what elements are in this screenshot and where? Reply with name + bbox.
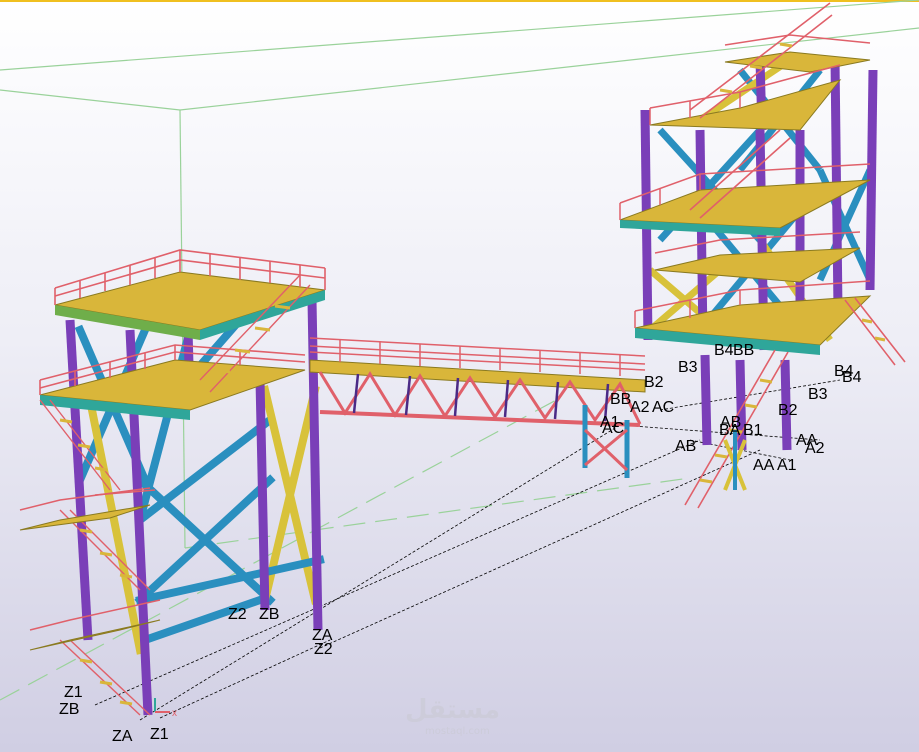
grid-label: B2 [778, 402, 798, 419]
grid-label: AA [753, 457, 775, 474]
grid-label: B4 [842, 369, 862, 386]
grid-label: AB [675, 438, 696, 455]
grid-label: AC [602, 420, 624, 437]
grid-label: ZB [259, 606, 279, 623]
grid-label: BB [610, 391, 631, 408]
grid-label: Z2 [314, 641, 333, 658]
grid-label: B2 [644, 374, 664, 391]
grid-label: Z2 [228, 606, 247, 623]
grid-label: Z1 [150, 726, 169, 743]
axis-x-label: x [172, 708, 177, 719]
model-viewport[interactable]: x B4 BB B3 B2 A1 BB A2 AC AC AB AB BA B1… [0, 0, 919, 752]
grid-label: A2 [630, 399, 650, 416]
grid-label: B4 [714, 342, 734, 359]
grid-label: B3 [808, 386, 828, 403]
grid-label: A1 [777, 457, 797, 474]
watermark-subtext: mostaql.com [425, 726, 490, 737]
structural-3d-model-view[interactable]: x B4 BB B3 B2 A1 BB A2 AC AC AB AB BA B1… [0, 0, 919, 752]
grid-label: AC [652, 399, 674, 416]
grid-label: B3 [678, 359, 698, 376]
grid-label: BB [733, 342, 754, 359]
grid-label: ZA [112, 728, 133, 745]
grid-label: Z1 [64, 684, 83, 701]
viewport-top-border [0, 0, 919, 2]
watermark-text: مستقل [405, 695, 500, 725]
grid-label: A2 [805, 440, 825, 457]
grid-label: ZB [59, 701, 79, 718]
